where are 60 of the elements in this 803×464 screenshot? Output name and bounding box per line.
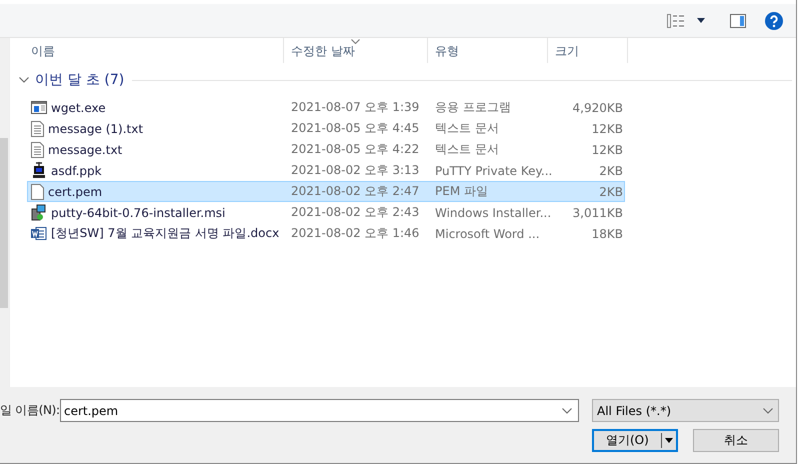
file-size: 3,011KB (572, 206, 624, 220)
text-file-icon (31, 120, 44, 136)
file-size: 2KB (598, 164, 624, 178)
file-name-field[interactable]: cert.pem (60, 399, 579, 422)
file-name: [청년SW] 7월 교육지원금 서명 파일.docx (51, 225, 280, 242)
file-row[interactable]: cert.pem 2021-08-02 오후 2:47 PEM 파일 2KB (27, 181, 625, 202)
installer-icon (31, 204, 47, 221)
file-type: PuTTY Private Key... (434, 164, 549, 178)
file-date: 2021-08-02 오후 2:43 (290, 204, 420, 221)
open-button[interactable]: 열기(O) (592, 429, 678, 452)
blank-file-icon (31, 184, 44, 200)
file-size: 12KB (590, 142, 624, 156)
file-size: 18KB (590, 226, 624, 240)
column-header[interactable]: 이름 (27, 38, 284, 63)
file-name: message.txt (48, 142, 122, 156)
file-size: 12KB (590, 122, 624, 136)
column-header[interactable]: 크기 (548, 38, 628, 63)
chevron-down-icon (763, 408, 773, 414)
file-name: asdf.ppk (51, 164, 102, 178)
file-type: Windows Installer... (434, 206, 549, 220)
caret-icon[interactable] (665, 438, 673, 443)
file-row[interactable]: message.txt 2021-08-05 오후 4:22 텍스트 문서 12KB (27, 139, 625, 160)
file-name: wget.exe (51, 100, 106, 114)
column-header[interactable]: 수정한 날짜 (284, 38, 428, 63)
scrollbar[interactable] (0, 38, 9, 387)
cancel-button[interactable]: 취소 (693, 429, 779, 452)
file-row[interactable]: wget.exe 2021-08-07 오후 1:39 응용 프로그램 4,920KB (27, 97, 625, 118)
file-date: 2021-08-02 오후 3:13 (290, 162, 420, 179)
file-row[interactable]: [청년SW] 7월 교육지원금 서명 파일.docx 2021-08-02 오후 1:46 Microsoft Word ... 18KB (27, 223, 625, 244)
help-icon[interactable] (765, 12, 783, 30)
file-name-label: 일 이름(N): (0, 402, 60, 419)
file-row[interactable]: message (1).txt 2021-08-05 오후 4:45 텍스트 문서 12KB (27, 118, 625, 139)
file-date: 2021-08-05 오후 4:22 (290, 141, 420, 158)
file-row[interactable]: putty-64bit-0.76-installer.msi 2021-08-02 오후 2:43 Windows Installer... 3,011KB (27, 202, 625, 223)
word-document-icon (31, 226, 47, 241)
text-file-icon (31, 142, 44, 158)
file-date: 2021-08-07 오후 1:39 (290, 99, 420, 116)
column-header[interactable]: 유형 (428, 38, 548, 63)
chevron-down-icon[interactable] (562, 408, 572, 414)
file-date: 2021-08-02 오후 2:47 (290, 183, 420, 200)
file-type: 텍스트 문서 (434, 141, 500, 158)
file-size: 2KB (598, 184, 624, 198)
file-name: message (1).txt (48, 122, 144, 136)
file-name: putty-64bit-0.76-installer.msi (51, 206, 226, 220)
file-size: 4,920KB (572, 100, 624, 114)
dropdown-caret-icon[interactable] (697, 18, 705, 23)
preview-pane-icon[interactable] (730, 14, 746, 28)
file-type: Microsoft Word ... (434, 226, 541, 240)
computer-key-icon (31, 162, 47, 179)
file-type: 응용 프로그램 (434, 99, 512, 116)
file-type: 텍스트 문서 (434, 120, 500, 137)
program-window-icon (31, 101, 47, 114)
file-date: 2021-08-02 오후 1:46 (290, 225, 420, 242)
view-menu-icon[interactable] (667, 14, 685, 28)
file-row[interactable]: asdf.ppk 2021-08-02 오후 3:13 PuTTY Private Key... 2KB (27, 160, 625, 181)
group-header[interactable]: 이번 달 초 (7) (19, 71, 124, 89)
file-name: cert.pem (48, 184, 102, 198)
file-type-dropdown[interactable]: All Files (*.*) (592, 399, 779, 422)
file-date: 2021-08-05 오후 4:45 (290, 120, 420, 137)
file-type: PEM 파일 (434, 183, 489, 200)
